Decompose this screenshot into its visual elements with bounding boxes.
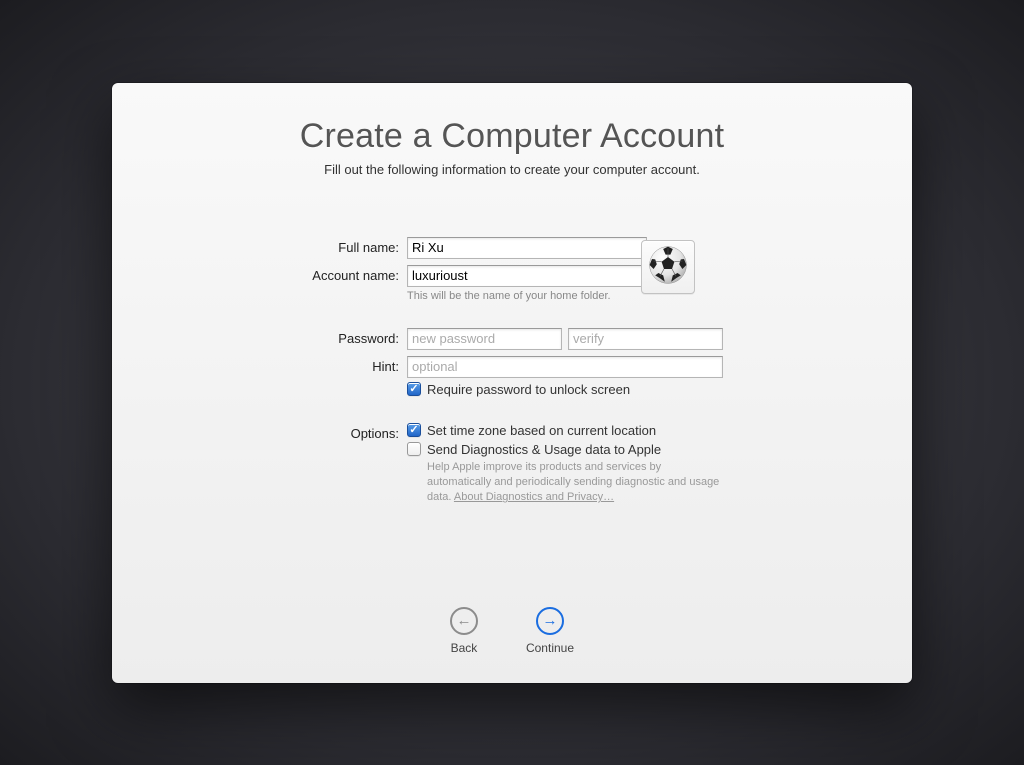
- require-password-label: Require password to unlock screen: [427, 382, 630, 397]
- password-new-field[interactable]: [407, 328, 562, 350]
- full-name-field[interactable]: [407, 237, 647, 259]
- diagnostics-privacy-link[interactable]: About Diagnostics and Privacy…: [454, 491, 614, 503]
- full-name-label: Full name:: [232, 237, 407, 255]
- continue-button[interactable]: → Continue: [526, 607, 574, 655]
- page-subtitle: Fill out the following information to cr…: [172, 162, 852, 177]
- diagnostics-checkbox[interactable]: [407, 442, 421, 456]
- back-button[interactable]: ← Back: [450, 607, 478, 655]
- soccer-ball-icon: [648, 245, 688, 288]
- setup-assistant-window: Create a Computer Account Fill out the f…: [112, 83, 912, 683]
- timezone-label: Set time zone based on current location: [427, 423, 656, 438]
- hint-field[interactable]: [407, 356, 723, 378]
- arrow-left-icon: ←: [456, 613, 471, 628]
- options-label: Options:: [232, 423, 407, 441]
- account-form: Full name: Account name: This will be th…: [232, 237, 852, 512]
- require-password-checkbox[interactable]: [407, 382, 421, 396]
- navigation-bar: ← Back → Continue: [172, 607, 852, 663]
- password-label: Password:: [232, 328, 407, 346]
- timezone-checkbox[interactable]: [407, 423, 421, 437]
- page-title: Create a Computer Account: [172, 117, 852, 156]
- account-name-label: Account name:: [232, 265, 407, 283]
- diagnostics-label: Send Diagnostics & Usage data to Apple: [427, 442, 661, 457]
- arrow-right-icon: →: [542, 613, 557, 628]
- diagnostics-description: Help Apple improve its products and serv…: [427, 460, 727, 506]
- avatar-picker[interactable]: [641, 240, 695, 294]
- account-name-field[interactable]: [407, 265, 647, 287]
- password-verify-field[interactable]: [568, 328, 723, 350]
- hint-label: Hint:: [232, 356, 407, 374]
